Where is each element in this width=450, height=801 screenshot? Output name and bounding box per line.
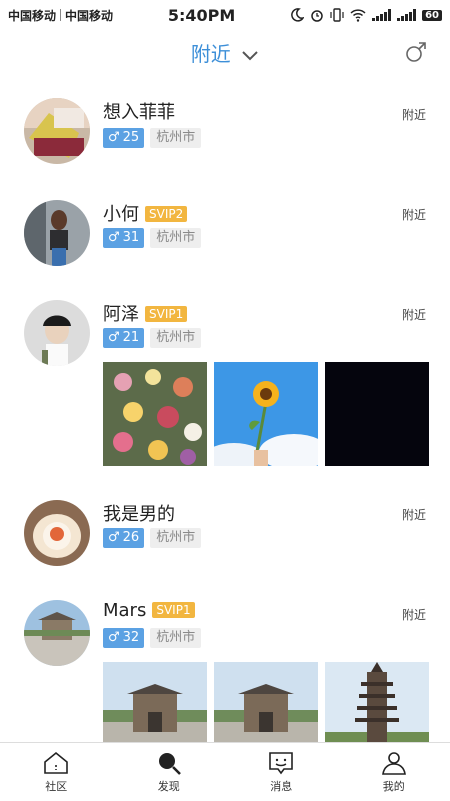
user-name-text: 阿泽 [103,304,139,325]
alarm-icon [310,8,324,22]
age: 31 [123,228,140,248]
male-icon [404,40,428,64]
tab-label: 我的 [383,778,405,794]
user-icon [381,751,407,775]
gender-age-tag: ♂25 [103,128,144,148]
user-name: Mars SVIP1 [103,600,195,621]
age: 21 [123,328,140,348]
user-name: 我是男的 [103,500,175,526]
gender-age-tag: ♂26 [103,528,144,548]
status-icons: 60 [290,8,442,22]
battery-icon: 60 [422,10,442,21]
male-icon: ♂ [108,228,120,248]
signal-icon [372,9,391,21]
user-tags: ♂25 杭州市 [103,128,201,148]
carrier-2: 中国移动 [65,7,113,24]
user-card[interactable]: Mars SVIP1 ♂32 杭州市 附近 [0,578,450,742]
bottom-tab-bar: 社区 发现 消息 我的 [0,742,450,801]
distance-label: 附近 [402,106,426,123]
distance-label: 附近 [402,506,426,523]
gender-age-tag: ♂21 [103,328,144,348]
photo-thumbnail[interactable] [214,362,318,466]
user-card[interactable]: 阿泽 SVIP1 ♂21 杭州市 附近 [0,278,450,478]
male-icon: ♂ [108,328,120,348]
user-name-text: Mars [103,600,146,621]
tab-label: 消息 [270,778,292,794]
avatar[interactable] [24,200,90,266]
gender-age-tag: ♂32 [103,628,144,648]
user-feed[interactable]: 想入菲菲 ♂25 杭州市 附近 小何SVIP2 ♂31 杭州市 附近 阿泽SVI… [0,78,450,742]
user-name: 想入菲菲 [103,98,175,124]
moon-icon [290,8,304,22]
header-title: 附近 [191,42,231,66]
clock: 5:40PM [168,6,235,25]
photo-grid [103,662,429,742]
chevron-down-icon [241,50,259,62]
user-tags: ♂26 杭州市 [103,528,201,548]
avatar[interactable] [24,98,90,164]
photo-thumbnail[interactable] [325,662,429,742]
user-card[interactable]: 我是男的 ♂26 杭州市 附近 [0,478,450,578]
signal-icon-2 [397,9,416,21]
male-icon: ♂ [108,528,120,548]
user-tags: ♂32 杭州市 [103,628,201,648]
tab-label: 发现 [158,778,180,794]
user-card[interactable]: 想入菲菲 ♂25 杭州市 附近 [0,78,450,178]
carrier-1: 中国移动 [8,7,56,24]
user-tags: ♂31 杭州市 [103,228,201,248]
vip-badge: SVIP2 [145,206,187,222]
tab-profile[interactable]: 我的 [338,743,450,801]
location-filter[interactable]: 附近 [0,38,450,67]
user-card[interactable]: 小何 SVIP2 ♂31 杭州市 附近 [0,178,450,278]
vip-badge: SVIP1 [152,602,194,618]
carrier-info: 中国移动 中国移动 [8,7,113,24]
user-name: 阿泽 SVIP1 [103,300,187,326]
avatar[interactable] [24,600,90,666]
distance-label: 附近 [402,306,426,323]
male-icon: ♂ [108,628,120,648]
vibrate-icon [330,8,344,22]
search-icon [156,751,182,775]
photo-thumbnail[interactable] [103,662,207,742]
photo-thumbnail[interactable] [325,362,429,466]
distance-label: 附近 [402,606,426,623]
photo-thumbnail[interactable] [103,362,207,466]
carrier-divider [60,9,61,21]
age: 25 [123,128,140,148]
header: 附近 [0,30,450,78]
avatar[interactable] [24,300,90,366]
gender-filter-button[interactable] [404,40,428,68]
user-name-text: 小何 [103,204,139,225]
avatar[interactable] [24,500,90,566]
wifi-icon [350,9,366,22]
tab-label: 社区 [45,778,67,794]
photo-thumbnail[interactable] [214,662,318,742]
city-tag: 杭州市 [150,128,201,148]
city-tag: 杭州市 [150,628,201,648]
home-icon [43,751,69,775]
city-tag: 杭州市 [150,228,201,248]
message-icon [268,751,294,775]
user-tags: ♂21 杭州市 [103,328,201,348]
photo-grid [103,362,429,466]
age: 32 [123,628,140,648]
distance-label: 附近 [402,206,426,223]
city-tag: 杭州市 [150,528,201,548]
male-icon: ♂ [108,128,120,148]
city-tag: 杭州市 [150,328,201,348]
tab-messages[interactable]: 消息 [225,743,338,801]
gender-age-tag: ♂31 [103,228,144,248]
vip-badge: SVIP1 [145,306,187,322]
user-name: 小何 SVIP2 [103,200,187,226]
tab-community[interactable]: 社区 [0,743,113,801]
status-bar: 中国移动 中国移动 5:40PM 60 [0,0,450,30]
age: 26 [123,528,140,548]
tab-discover[interactable]: 发现 [113,743,226,801]
